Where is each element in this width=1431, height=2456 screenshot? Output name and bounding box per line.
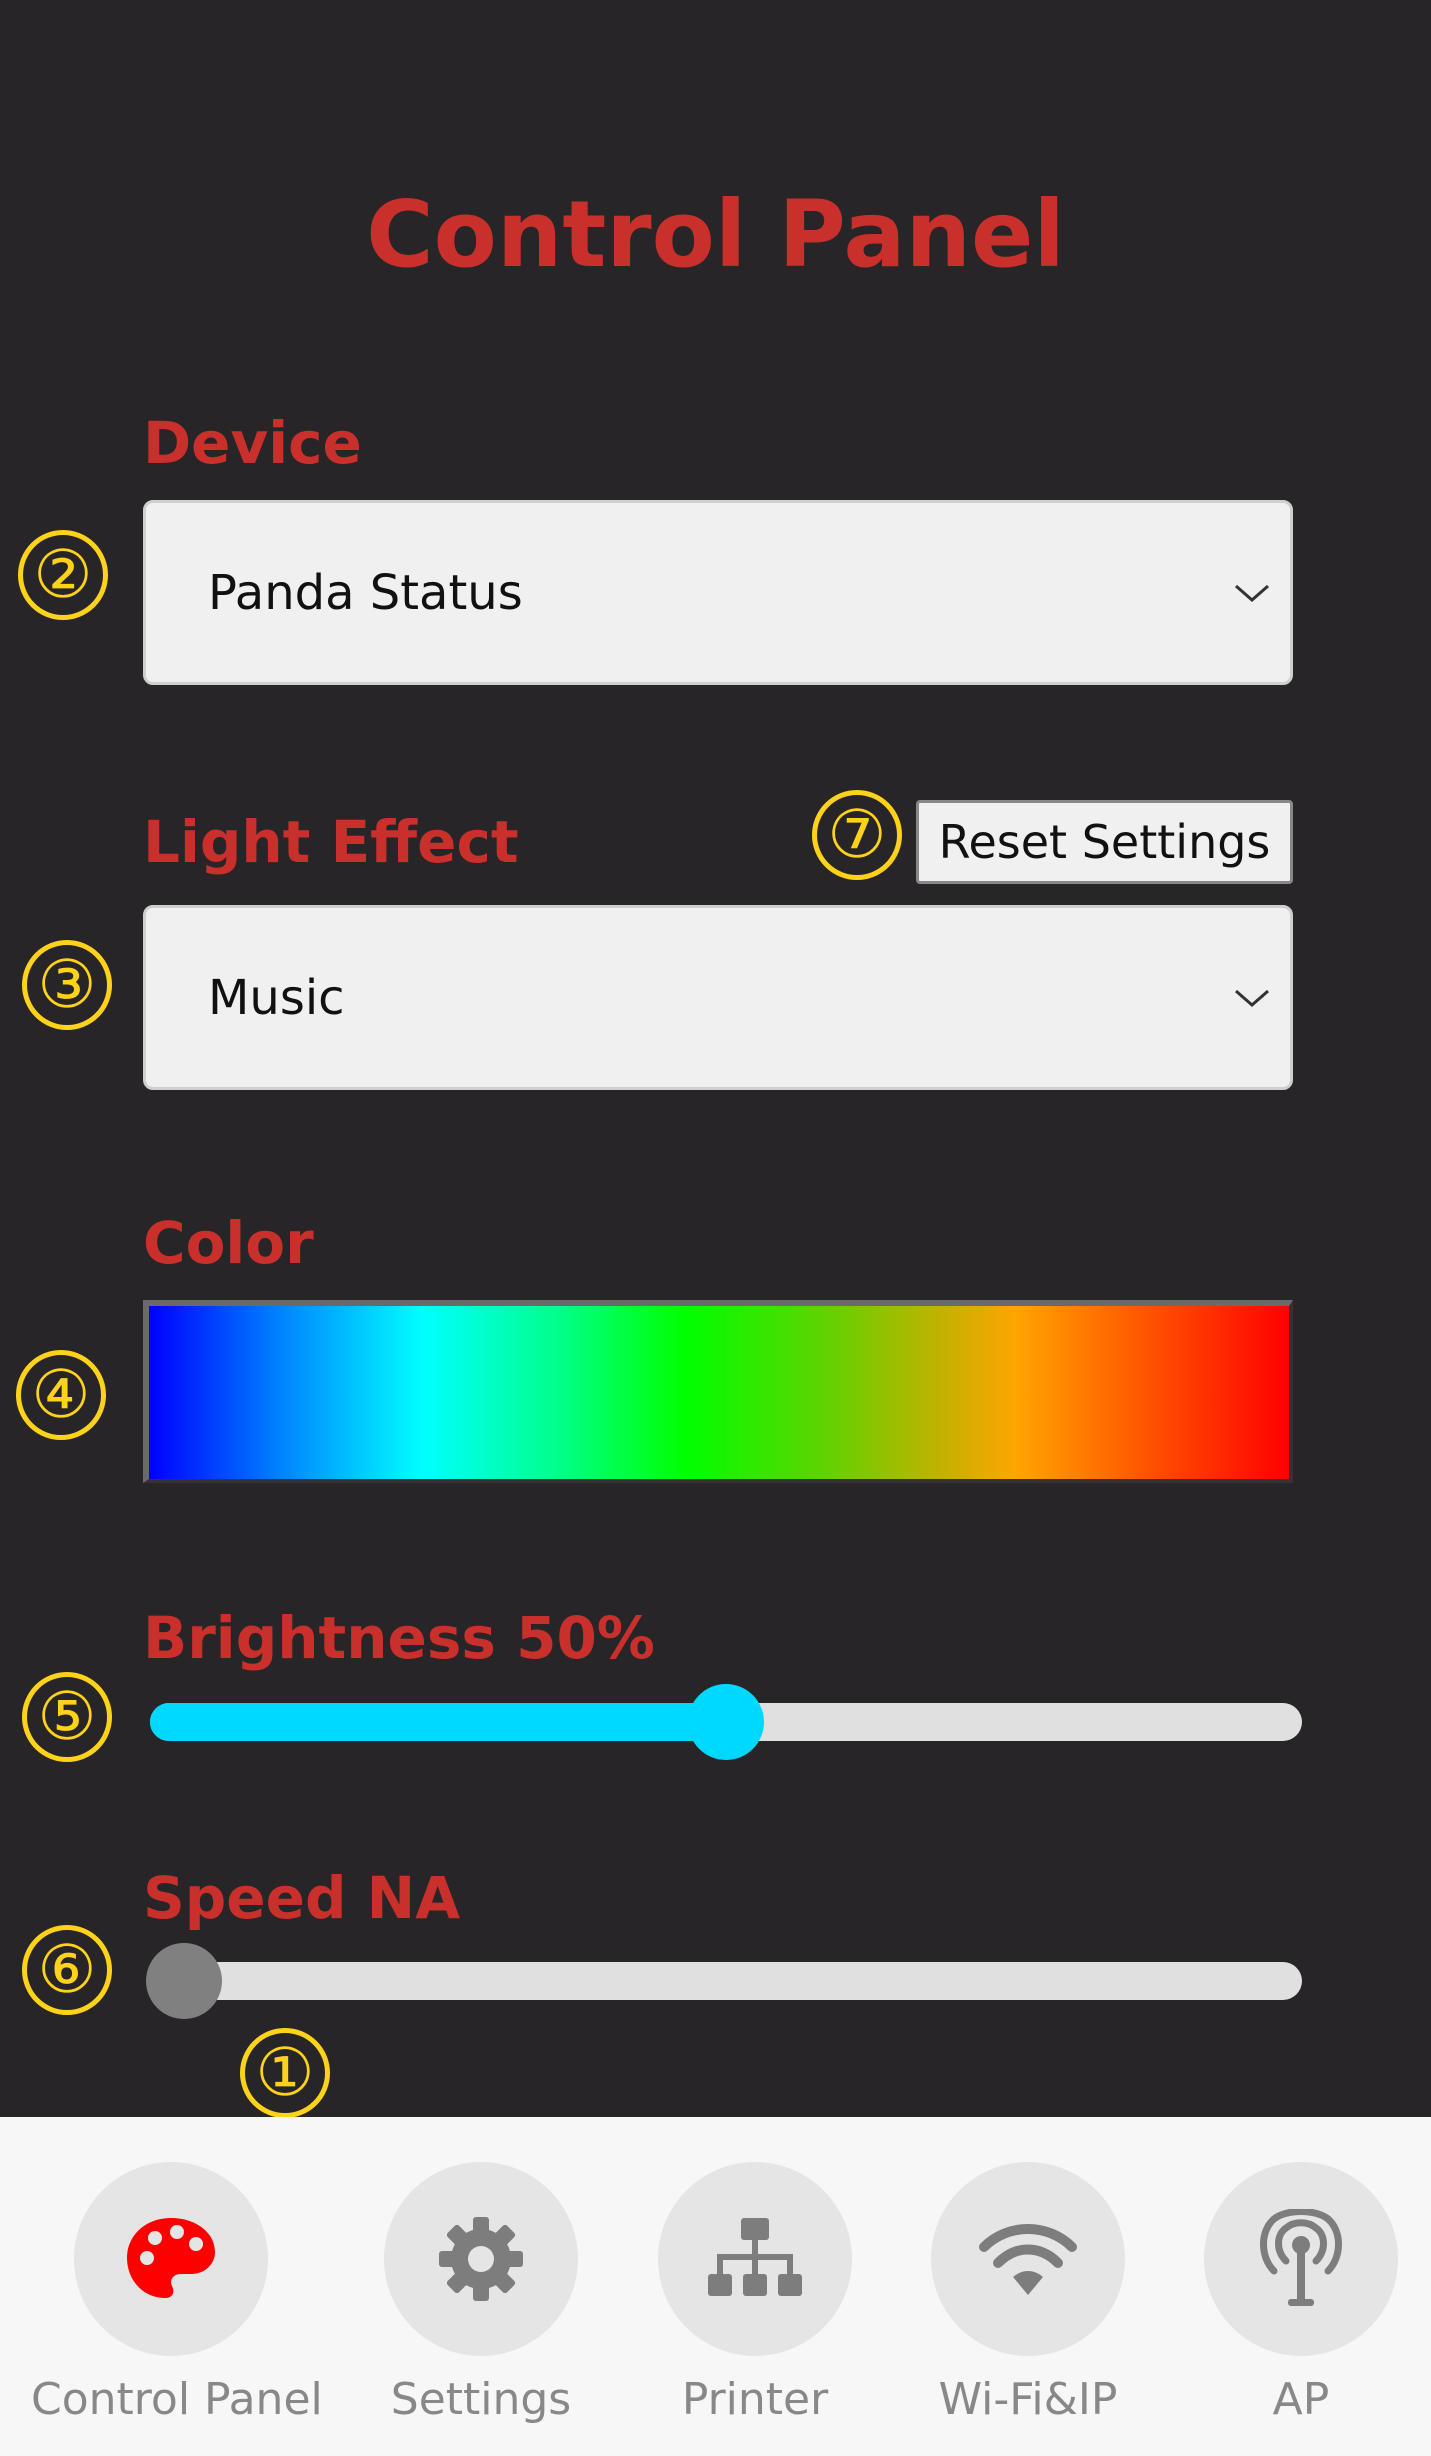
device-select-value: Panda Status xyxy=(208,564,523,621)
light-effect-select-value: Music xyxy=(208,969,345,1026)
nav-icon-circle xyxy=(384,2162,578,2356)
annotation-marker-5: ⑤ xyxy=(22,1672,112,1762)
reset-settings-button[interactable]: Reset Settings xyxy=(916,800,1293,884)
brightness-label: Brightness 50% xyxy=(143,1604,655,1672)
antenna-icon xyxy=(1260,2209,1342,2306)
nav-icon-circle xyxy=(74,2162,268,2356)
nav-label: Settings xyxy=(390,2374,572,2425)
nav-label: AP xyxy=(1272,2374,1330,2425)
chevron-down-icon xyxy=(1235,989,1269,1007)
annotation-marker-3: ③ xyxy=(22,940,112,1030)
network-icon xyxy=(708,2218,802,2296)
device-label: Device xyxy=(143,409,362,477)
nav-item-printer[interactable]: Printer xyxy=(615,2117,895,2456)
nav-icon-circle xyxy=(658,2162,852,2356)
wifi-icon xyxy=(979,2224,1077,2295)
annotation-marker-4: ④ xyxy=(16,1350,106,1440)
nav-item-ap[interactable]: AP xyxy=(1161,2117,1431,2456)
gear-icon xyxy=(439,2217,523,2301)
brightness-slider-fill xyxy=(150,1703,726,1741)
chevron-down-icon xyxy=(1235,584,1269,602)
color-label: Color xyxy=(143,1209,314,1277)
control-panel-page: Control Panel Device ② Panda Status Ligh… xyxy=(0,0,1431,2456)
device-select[interactable]: Panda Status xyxy=(143,500,1293,685)
nav-label: Wi-Fi&IP xyxy=(938,2374,1118,2425)
nav-item-settings[interactable]: Settings xyxy=(341,2117,621,2456)
brightness-slider[interactable] xyxy=(150,1684,1302,1760)
speed-slider[interactable] xyxy=(146,1943,1302,2019)
nav-icon-circle xyxy=(931,2162,1125,2356)
bottom-navigation-bar: Control Panel Settings Printer Wi-Fi&IP … xyxy=(0,2117,1431,2456)
brightness-slider-thumb[interactable] xyxy=(688,1684,764,1760)
nav-item-control-panel[interactable]: Control Panel xyxy=(31,2117,323,2456)
annotation-marker-6: ⑥ xyxy=(22,1925,112,2015)
nav-icon-circle xyxy=(1204,2162,1398,2356)
light-effect-label: Light Effect xyxy=(143,808,519,876)
speed-slider-thumb[interactable] xyxy=(146,1943,222,2019)
annotation-marker-7: ⑦ xyxy=(812,790,902,880)
nav-label: Control Panel xyxy=(31,2374,323,2425)
color-picker-gradient[interactable] xyxy=(143,1300,1293,1483)
annotation-marker-2: ② xyxy=(18,530,108,620)
light-effect-select[interactable]: Music xyxy=(143,905,1293,1090)
page-title: Control Panel xyxy=(366,181,1065,288)
palette-icon xyxy=(127,2218,215,2298)
speed-label: Speed NA xyxy=(143,1864,461,1932)
annotation-marker-1: ① xyxy=(240,2028,330,2118)
nav-item-wifi[interactable]: Wi-Fi&IP xyxy=(888,2117,1168,2456)
nav-label: Printer xyxy=(681,2374,829,2425)
